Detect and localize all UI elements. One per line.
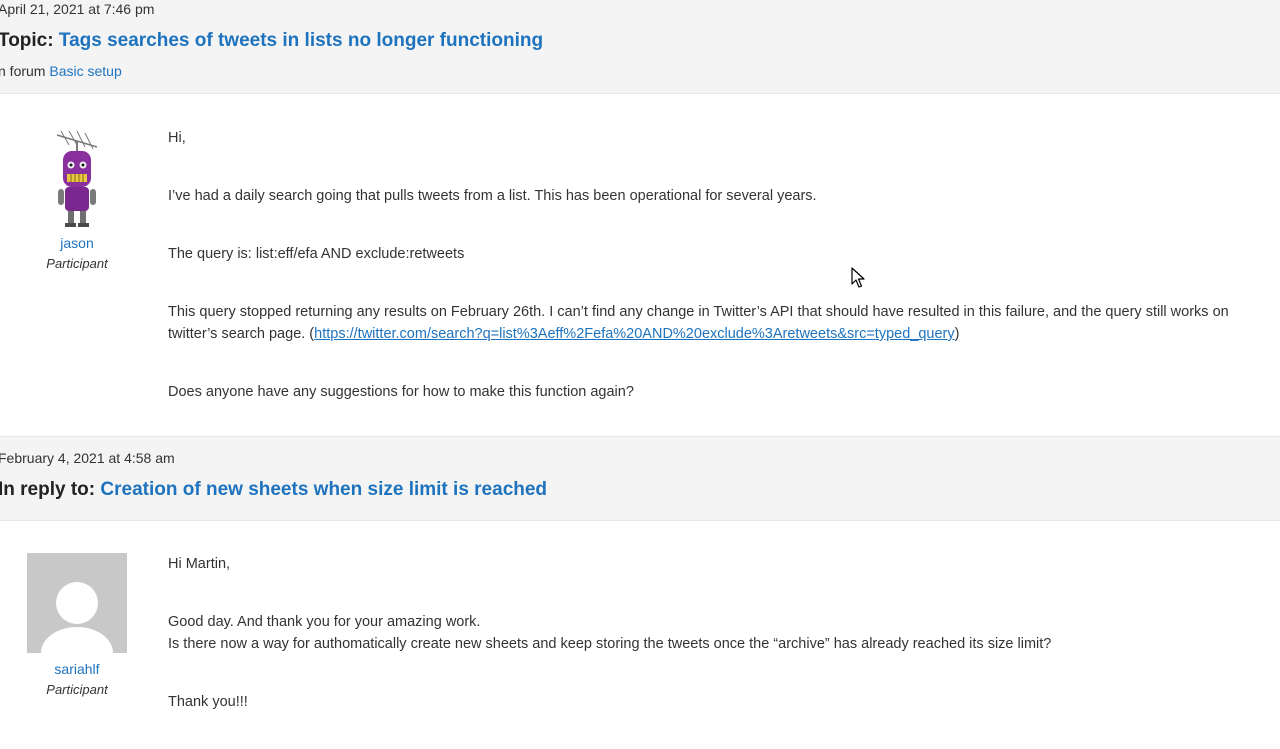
reply-topic-link[interactable]: Creation of new sheets when size limit i… bbox=[100, 479, 547, 500]
author-role: Participant bbox=[46, 256, 108, 271]
post-header: April 21, 2021 at 7:46 pm Topic: Tags se… bbox=[0, 0, 1280, 94]
post-timestamp: April 21, 2021 at 7:46 pm bbox=[0, 1, 155, 17]
reply-heading: In reply to: Creation of new sheets when… bbox=[0, 479, 547, 501]
post-paragraph: This query stopped returning any results… bbox=[168, 301, 1273, 345]
avatar[interactable] bbox=[47, 127, 107, 227]
topic-prefix: Topic: bbox=[0, 30, 54, 51]
post-header: February 4, 2021 at 4:58 am In reply to:… bbox=[0, 436, 1280, 521]
avatar[interactable] bbox=[27, 553, 127, 653]
post-text: ) bbox=[954, 326, 960, 342]
author-name[interactable]: sariahlf bbox=[12, 661, 142, 677]
default-user-icon bbox=[27, 553, 127, 653]
post-paragraph: Thank you!!! bbox=[168, 694, 248, 710]
post-text: Good day. And thank you for your amazing… bbox=[168, 614, 481, 630]
reply-prefix: In reply to: bbox=[0, 479, 96, 500]
forum-prefix: n forum bbox=[0, 63, 46, 79]
post-paragraph: Does anyone have any suggestions for how… bbox=[168, 384, 634, 400]
twitter-search-link[interactable]: https://twitter.com/search?q=list%3Aeff%… bbox=[314, 326, 954, 342]
forum-link[interactable]: Basic setup bbox=[49, 63, 121, 79]
mouse-cursor-icon bbox=[851, 267, 865, 294]
post-paragraph: Good day. And thank you for your amazing… bbox=[168, 611, 1273, 655]
post-content: Hi, I’ve had a daily search going that p… bbox=[168, 127, 1273, 439]
post-paragraph: The query is: list:eff/efa AND exclude:r… bbox=[168, 246, 465, 262]
topic-heading: Topic: Tags searches of tweets in lists … bbox=[0, 30, 543, 52]
post-text: Is there now a way for authomatically cr… bbox=[168, 636, 1052, 652]
topic-link[interactable]: Tags searches of tweets in lists no long… bbox=[59, 30, 543, 51]
post-paragraph: Hi Martin, bbox=[168, 556, 231, 572]
author-name[interactable]: jason bbox=[12, 235, 142, 251]
author-role: Participant bbox=[46, 682, 108, 697]
post-timestamp: February 4, 2021 at 4:58 am bbox=[0, 450, 175, 466]
post-paragraph: I’ve had a daily search going that pulls… bbox=[168, 188, 817, 204]
post-author: jason Participant bbox=[12, 127, 142, 271]
forum-line: n forum Basic setup bbox=[0, 63, 122, 79]
robot-avatar-icon bbox=[56, 130, 98, 227]
post-paragraph: Hi, bbox=[168, 130, 186, 146]
post-author: sariahlf Participant bbox=[12, 553, 142, 697]
